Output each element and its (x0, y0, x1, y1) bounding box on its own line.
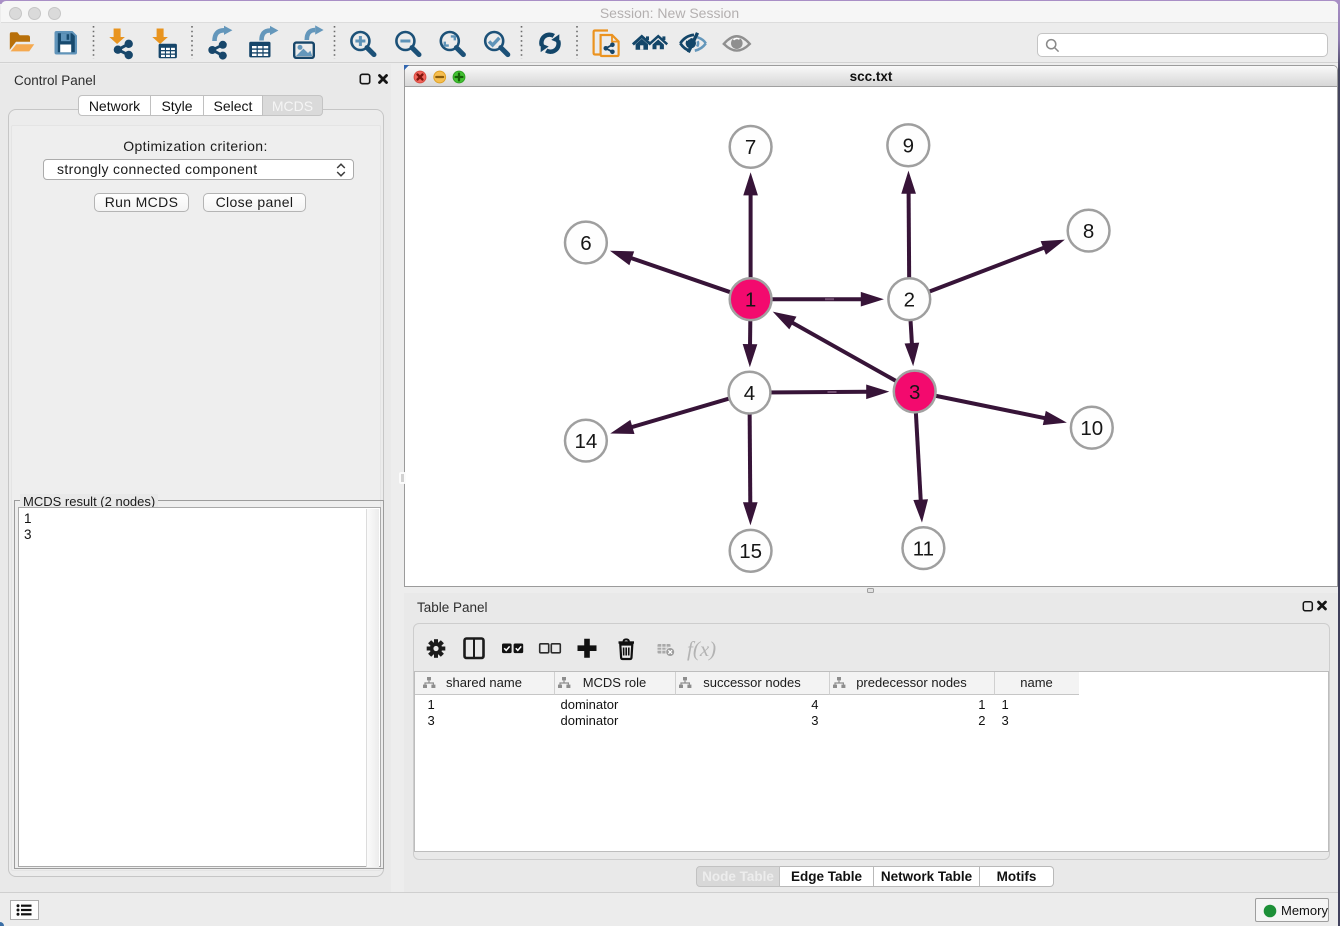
svg-text:1: 1 (745, 289, 756, 312)
svg-text:4: 4 (744, 382, 755, 405)
svg-text:f(x): f(x) (687, 637, 716, 661)
svg-text:10: 10 (1080, 417, 1103, 440)
svg-text:14: 14 (574, 430, 597, 453)
svg-text:9: 9 (903, 135, 914, 158)
svg-text:15: 15 (739, 540, 762, 563)
svg-text:6: 6 (580, 232, 591, 255)
svg-text:11: 11 (913, 537, 934, 560)
svg-text:2: 2 (904, 289, 915, 312)
svg-text:3: 3 (909, 381, 920, 404)
svg-text:8: 8 (1083, 220, 1094, 243)
svg-text:7: 7 (745, 136, 756, 159)
